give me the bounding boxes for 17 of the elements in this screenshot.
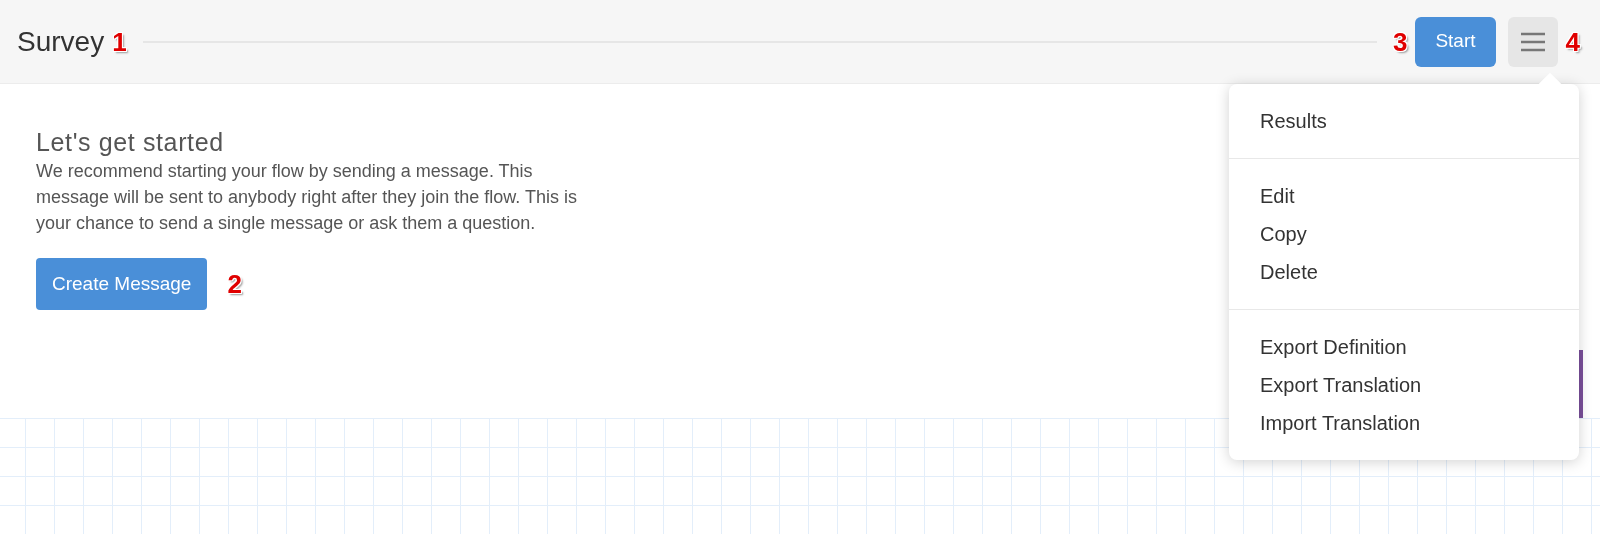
section-heading: Let's get started: [36, 127, 225, 158]
node-edge: [1579, 350, 1583, 418]
menu-item[interactable]: Export Translation: [1229, 366, 1579, 404]
menu-item[interactable]: Copy: [1229, 215, 1579, 253]
annotation-number: 3: [1392, 28, 1408, 55]
flow-title: Survey: [17, 24, 105, 59]
menu-icon: [1519, 31, 1546, 52]
menu-button[interactable]: [1507, 16, 1558, 67]
annotation-number: 4: [1565, 28, 1580, 55]
menu-item[interactable]: Import Translation: [1229, 404, 1579, 442]
annotation-number: 2: [227, 271, 242, 297]
annotation-number: 1: [112, 28, 127, 55]
menu-item[interactable]: Delete: [1229, 253, 1579, 291]
menu-item[interactable]: Export Definition: [1229, 328, 1579, 366]
menu-item[interactable]: Results: [1229, 102, 1579, 140]
menu-item[interactable]: Edit: [1229, 177, 1579, 215]
intro-text: We recommend starting your flow by sending a message. This message will be sent to anybody right after they join the flow. This is your chance to send a single message or ask them a question.: [36, 160, 578, 235]
